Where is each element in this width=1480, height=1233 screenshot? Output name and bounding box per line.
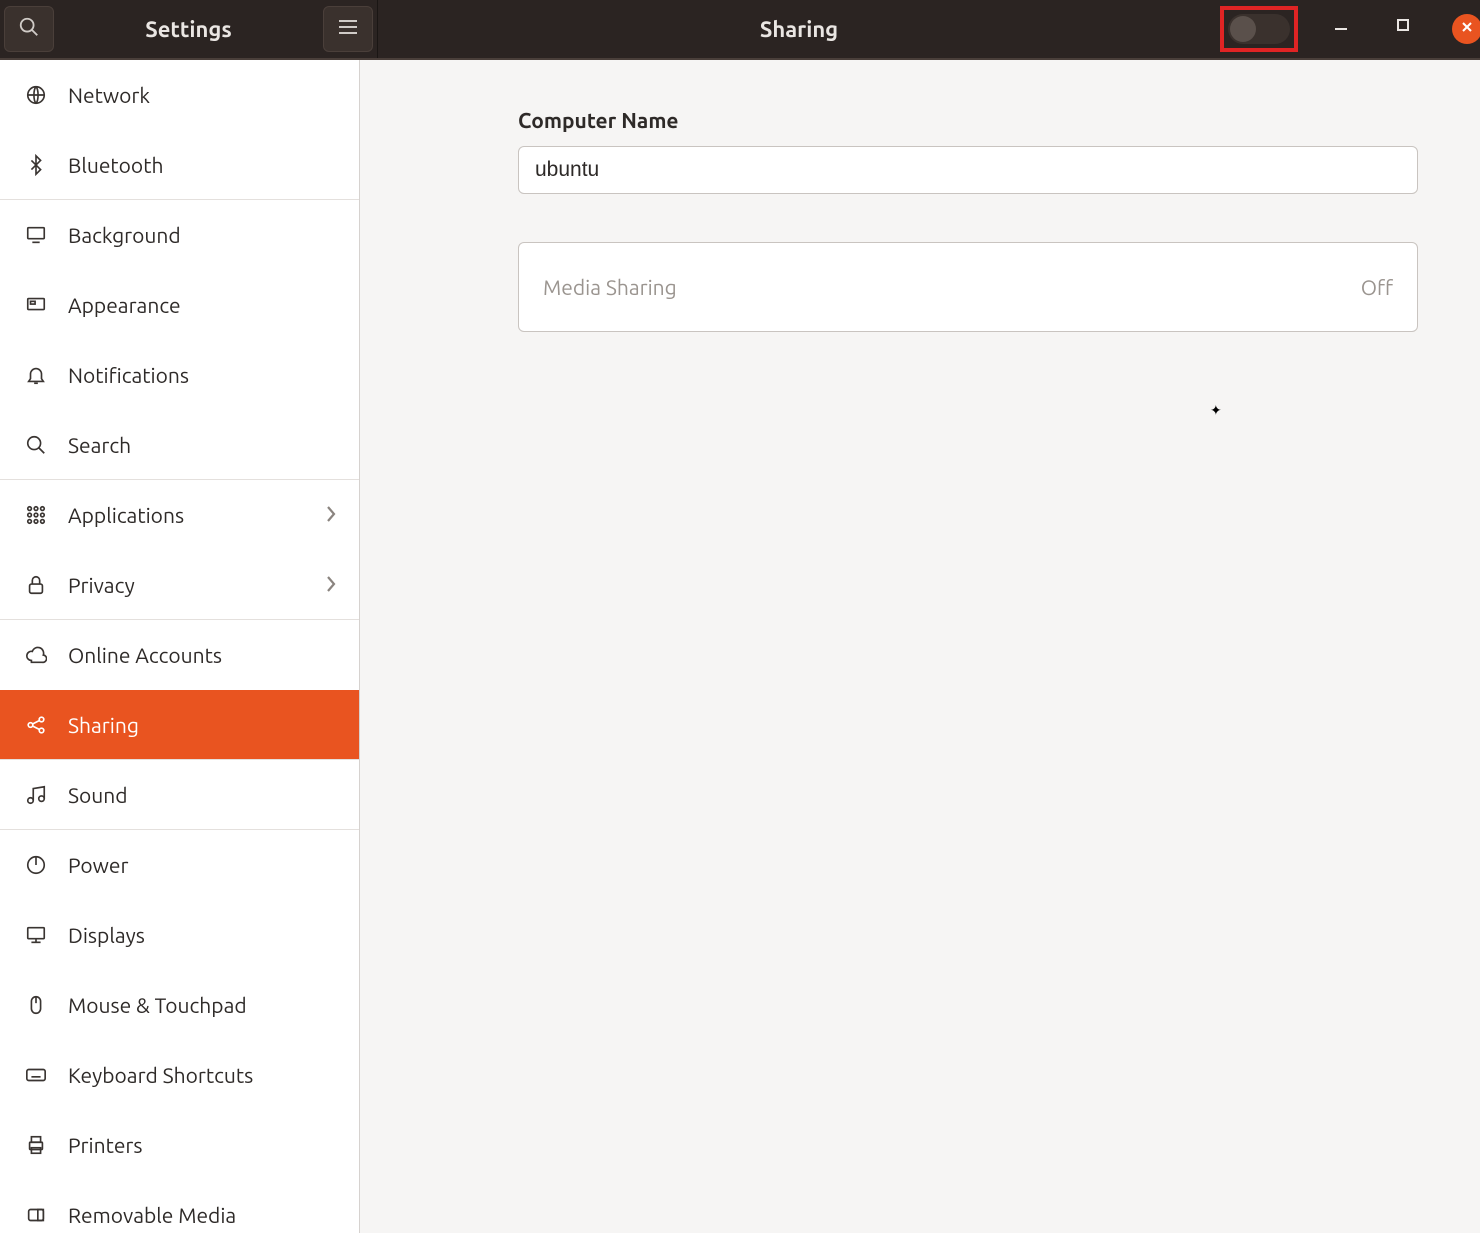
sidebar-item-appearance[interactable]: Appearance	[0, 270, 359, 340]
titlebar-left: Settings	[0, 0, 378, 58]
search-icon	[18, 16, 40, 42]
sidebar-item-label: Online Accounts	[68, 643, 337, 667]
sidebar-item-mouse-touchpad[interactable]: Mouse & Touchpad	[0, 970, 359, 1040]
grid-icon	[22, 504, 50, 526]
titlebar-right: Sharing	[378, 0, 1480, 58]
sidebar-item-bluetooth[interactable]: Bluetooth	[0, 130, 359, 200]
sidebar-item-label: Sound	[68, 783, 337, 807]
sidebar-item-removable-media[interactable]: Removable Media	[0, 1180, 359, 1233]
sidebar-item-notifications[interactable]: Notifications	[0, 340, 359, 410]
share-icon	[22, 714, 50, 736]
sharing-row-media-sharing[interactable]: Media SharingOff	[519, 243, 1417, 331]
minimize-icon	[1334, 18, 1348, 36]
sidebar-item-label: Removable Media	[68, 1203, 337, 1227]
sidebar[interactable]: Network Bluetooth Background Appearance Noti…	[0, 60, 360, 1233]
sidebar-item-sharing[interactable]: Sharing	[0, 690, 359, 760]
window-controls	[1328, 14, 1472, 44]
chevron-right-icon	[325, 573, 337, 597]
sharing-services-list: Media SharingOff	[518, 242, 1418, 332]
sidebar-item-label: Mouse & Touchpad	[68, 993, 337, 1017]
power-icon	[22, 854, 50, 876]
chevron-right-icon	[325, 503, 337, 527]
sidebar-item-label: Sharing	[68, 713, 337, 737]
close-button[interactable]	[1452, 14, 1480, 44]
sidebar-item-power[interactable]: Power	[0, 830, 359, 900]
app-title: Settings	[54, 17, 323, 42]
lock-icon	[22, 574, 50, 596]
sidebar-item-label: Printers	[68, 1133, 337, 1157]
sidebar-item-label: Appearance	[68, 293, 337, 317]
bell-icon	[22, 364, 50, 386]
keyboard-icon	[22, 1064, 50, 1086]
removable-icon	[22, 1204, 50, 1226]
sidebar-item-displays[interactable]: Displays	[0, 900, 359, 970]
bluetooth-icon	[22, 154, 50, 176]
main-panel: Computer Name Media SharingOff	[360, 60, 1480, 1233]
sidebar-item-background[interactable]: Background	[0, 200, 359, 270]
computer-name-input[interactable]	[518, 146, 1418, 194]
monitor-icon	[22, 224, 50, 246]
toggle-knob	[1230, 16, 1256, 42]
sharing-toggle-highlight	[1220, 6, 1298, 52]
sidebar-item-label: Search	[68, 433, 337, 457]
maximize-icon	[1396, 18, 1410, 36]
cloud-icon	[22, 644, 50, 666]
sidebar-item-sound[interactable]: Sound	[0, 760, 359, 830]
search-icon	[22, 434, 50, 456]
sidebar-item-online-accounts[interactable]: Online Accounts	[0, 620, 359, 690]
sidebar-item-label: Bluetooth	[68, 153, 337, 177]
sidebar-item-keyboard-shortcuts[interactable]: Keyboard Shortcuts	[0, 1040, 359, 1110]
globe-icon	[22, 84, 50, 106]
sidebar-item-label: Keyboard Shortcuts	[68, 1063, 337, 1087]
appearance-icon	[22, 294, 50, 316]
printer-icon	[22, 1134, 50, 1156]
sharing-row-status: Off	[1361, 275, 1393, 299]
sidebar-item-label: Network	[68, 83, 337, 107]
page-title: Sharing	[378, 17, 1220, 42]
sidebar-item-privacy[interactable]: Privacy	[0, 550, 359, 620]
computer-name-label: Computer Name	[422, 108, 1418, 132]
sidebar-item-label: Background	[68, 223, 337, 247]
sidebar-item-applications[interactable]: Applications	[0, 480, 359, 550]
sidebar-item-search[interactable]: Search	[0, 410, 359, 480]
sharing-row-label: Media Sharing	[543, 275, 1361, 299]
sidebar-item-label: Notifications	[68, 363, 337, 387]
sidebar-item-network[interactable]: Network	[0, 60, 359, 130]
mouse-icon	[22, 994, 50, 1016]
menu-icon	[338, 19, 358, 39]
search-button[interactable]	[4, 6, 54, 52]
close-icon	[1460, 20, 1474, 38]
sidebar-item-label: Privacy	[68, 573, 325, 597]
sidebar-item-label: Power	[68, 853, 337, 877]
sharing-master-toggle[interactable]	[1228, 14, 1290, 44]
minimize-button[interactable]	[1328, 14, 1354, 40]
sidebar-item-label: Displays	[68, 923, 337, 947]
maximize-button[interactable]	[1390, 14, 1416, 40]
music-icon	[22, 784, 50, 806]
titlebar: Settings Sharing	[0, 0, 1480, 60]
display-icon	[22, 924, 50, 946]
menu-button[interactable]	[323, 6, 373, 52]
sidebar-item-printers[interactable]: Printers	[0, 1110, 359, 1180]
sidebar-item-label: Applications	[68, 503, 325, 527]
